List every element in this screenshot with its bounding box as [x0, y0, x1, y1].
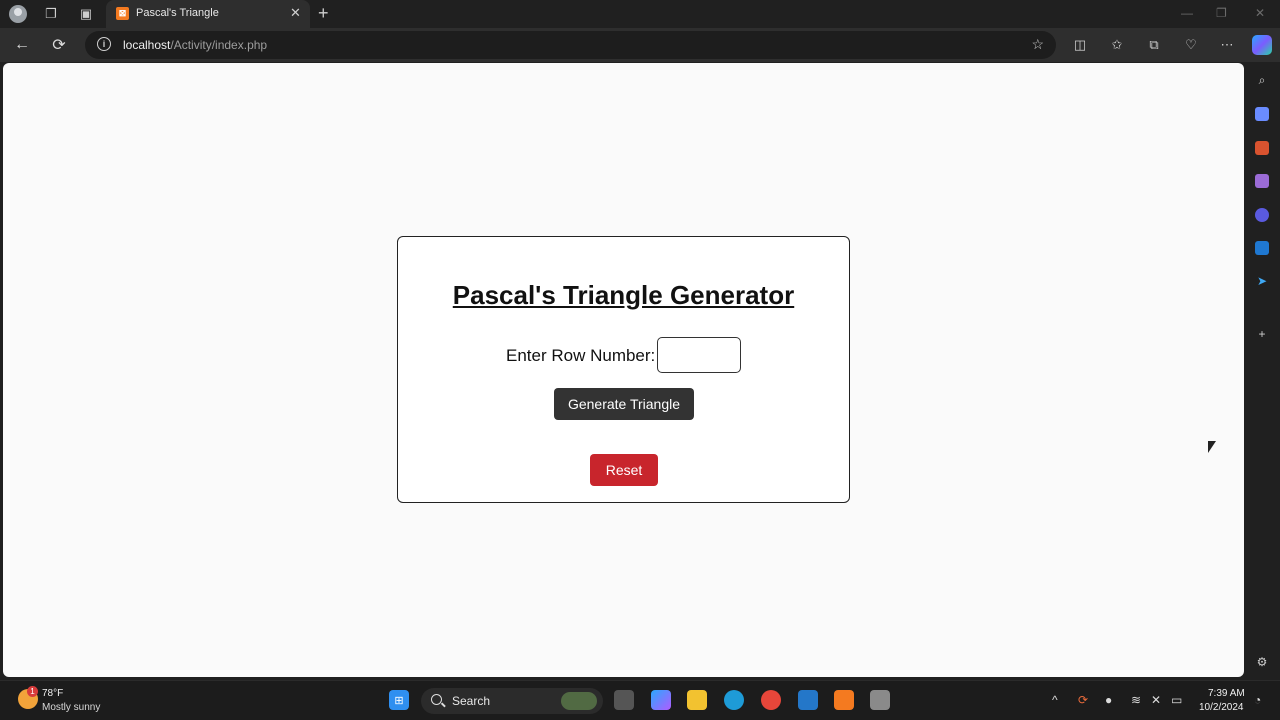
- copilot-icon[interactable]: [1252, 35, 1272, 55]
- notification-bell-icon[interactable]: ◔: [1254, 693, 1261, 707]
- edge-sidebar: ⌕ ➤ + ⚙: [1244, 62, 1280, 678]
- tab-close-icon[interactable]: ✕: [290, 5, 301, 21]
- row-number-input[interactable]: [657, 337, 741, 373]
- tab-pascals-triangle[interactable]: ⊠ Pascal's Triangle ✕: [106, 0, 310, 28]
- search-highlight-art-icon: [561, 692, 597, 710]
- sidebar-settings-gear-icon[interactable]: ⚙: [1255, 655, 1269, 669]
- chrome-icon[interactable]: [761, 690, 781, 710]
- row-number-label: Enter Row Number:: [506, 346, 656, 365]
- split-screen-icon[interactable]: ◫: [1072, 37, 1088, 53]
- clock-time[interactable]: 7:39 AM: [1208, 688, 1245, 699]
- battery-icon[interactable]: ▭: [1171, 693, 1182, 707]
- site-info-icon[interactable]: i: [97, 37, 111, 51]
- xampp-icon[interactable]: [834, 690, 854, 710]
- send-icon[interactable]: ➤: [1255, 274, 1269, 288]
- microsoft-365-icon[interactable]: [1255, 208, 1269, 222]
- generator-card: Pascal's Triangle Generator Enter Row Nu…: [397, 236, 850, 503]
- tab-actions-icon[interactable]: ▣: [77, 5, 95, 23]
- tools-icon[interactable]: [1255, 141, 1269, 155]
- url-host: localhost: [123, 38, 171, 52]
- outlook-icon[interactable]: [1255, 241, 1269, 255]
- task-view-icon[interactable]: [614, 690, 634, 710]
- windows-taskbar: 1 78°F Mostly sunny ⊞ Search ^ ⟳ ● ≋ ✕ ▭…: [0, 680, 1280, 720]
- address-url[interactable]: localhost/Activity/index.php: [123, 38, 267, 52]
- new-tab-button[interactable]: +: [318, 3, 329, 24]
- window-close-icon[interactable]: ✕: [1255, 6, 1265, 20]
- wifi-icon[interactable]: ≋: [1131, 693, 1141, 707]
- favorite-star-icon[interactable]: ☆: [1031, 36, 1044, 53]
- favorites-icon[interactable]: ✩: [1109, 37, 1125, 53]
- xampp-favicon-icon: ⊠: [116, 7, 129, 20]
- address-bar[interactable]: i localhost/Activity/index.php ☆: [85, 31, 1056, 59]
- taskbar-search-label: Search: [452, 694, 491, 708]
- notepad-icon[interactable]: [870, 690, 890, 710]
- shopping-tag-icon[interactable]: [1255, 107, 1269, 121]
- workspaces-icon[interactable]: ❐: [42, 5, 60, 23]
- weather-description[interactable]: Mostly sunny: [42, 702, 100, 713]
- start-windows-icon[interactable]: ⊞: [389, 690, 409, 710]
- collections-icon[interactable]: ⧉: [1146, 37, 1162, 53]
- maximize-icon[interactable]: ❐: [1216, 6, 1227, 20]
- refresh-icon[interactable]: ⟳: [49, 35, 69, 55]
- taskbar-search[interactable]: Search: [421, 688, 603, 714]
- microphone-icon[interactable]: ●: [1105, 693, 1112, 707]
- copilot-taskbar-icon[interactable]: [651, 690, 671, 710]
- clock-date[interactable]: 10/2/2024: [1199, 702, 1244, 713]
- more-menu-icon[interactable]: ⋯: [1219, 37, 1235, 53]
- browser-toolbar: ← ⟳ i localhost/Activity/index.php ☆ ◫ ✩…: [0, 28, 1280, 62]
- page-title: Pascal's Triangle Generator: [452, 280, 795, 310]
- weather-temperature[interactable]: 78°F: [42, 688, 63, 699]
- weather-badge: 1: [27, 686, 38, 697]
- back-arrow-icon[interactable]: ←: [12, 35, 32, 55]
- vscode-icon[interactable]: [798, 690, 818, 710]
- reset-button[interactable]: Reset: [590, 454, 658, 486]
- search-icon: [431, 694, 442, 705]
- profile-icon[interactable]: [9, 5, 27, 23]
- tray-overflow-chevron-icon[interactable]: ^: [1052, 693, 1058, 707]
- edge-browser-icon[interactable]: [724, 690, 744, 710]
- page-viewport: Pascal's Triangle Generator Enter Row Nu…: [3, 63, 1244, 677]
- file-explorer-icon[interactable]: [687, 690, 707, 710]
- add-sidebar-app-icon[interactable]: +: [1255, 327, 1269, 341]
- search-icon[interactable]: ⌕: [1255, 73, 1269, 87]
- generate-triangle-button[interactable]: Generate Triangle: [554, 388, 694, 420]
- browser-essentials-icon[interactable]: ♡: [1183, 37, 1199, 53]
- url-path: /Activity/index.php: [170, 38, 268, 52]
- minimize-icon[interactable]: —: [1181, 6, 1193, 20]
- volume-muted-icon[interactable]: ✕: [1151, 693, 1161, 707]
- tab-title: Pascal's Triangle: [136, 7, 219, 19]
- sync-icon[interactable]: ⟳: [1078, 693, 1088, 707]
- title-bar: ❐ ▣ ⊠ Pascal's Triangle ✕ + — ❐ ✕: [0, 0, 1280, 28]
- games-icon[interactable]: [1255, 174, 1269, 188]
